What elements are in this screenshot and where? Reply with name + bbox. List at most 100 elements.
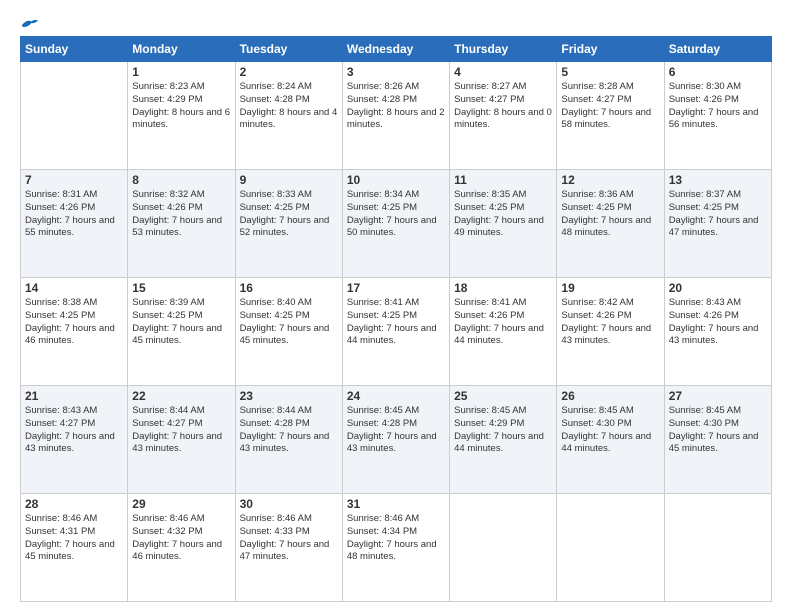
calendar-cell: 30 Sunrise: 8:46 AMSunset: 4:33 PMDaylig… xyxy=(235,494,342,602)
day-number: 24 xyxy=(347,389,445,403)
day-info: Sunrise: 8:34 AMSunset: 4:25 PMDaylight:… xyxy=(347,189,445,240)
calendar-cell: 28 Sunrise: 8:46 AMSunset: 4:31 PMDaylig… xyxy=(21,494,128,602)
day-info: Sunrise: 8:46 AMSunset: 4:32 PMDaylight:… xyxy=(132,513,230,564)
calendar-header-row: SundayMondayTuesdayWednesdayThursdayFrid… xyxy=(21,37,772,62)
calendar-cell: 18 Sunrise: 8:41 AMSunset: 4:26 PMDaylig… xyxy=(450,278,557,386)
day-info: Sunrise: 8:38 AMSunset: 4:25 PMDaylight:… xyxy=(25,297,123,348)
calendar-week-row: 21 Sunrise: 8:43 AMSunset: 4:27 PMDaylig… xyxy=(21,386,772,494)
calendar-cell: 31 Sunrise: 8:46 AMSunset: 4:34 PMDaylig… xyxy=(342,494,449,602)
day-number: 18 xyxy=(454,281,552,295)
day-number: 7 xyxy=(25,173,123,187)
day-info: Sunrise: 8:39 AMSunset: 4:25 PMDaylight:… xyxy=(132,297,230,348)
day-info: Sunrise: 8:46 AMSunset: 4:31 PMDaylight:… xyxy=(25,513,123,564)
calendar-day-header: Thursday xyxy=(450,37,557,62)
calendar-week-row: 14 Sunrise: 8:38 AMSunset: 4:25 PMDaylig… xyxy=(21,278,772,386)
page: SundayMondayTuesdayWednesdayThursdayFrid… xyxy=(0,0,792,612)
logo xyxy=(20,16,38,30)
day-info: Sunrise: 8:42 AMSunset: 4:26 PMDaylight:… xyxy=(561,297,659,348)
calendar-cell: 1 Sunrise: 8:23 AMSunset: 4:29 PMDayligh… xyxy=(128,62,235,170)
day-number: 21 xyxy=(25,389,123,403)
day-number: 27 xyxy=(669,389,767,403)
calendar-cell: 6 Sunrise: 8:30 AMSunset: 4:26 PMDayligh… xyxy=(664,62,771,170)
calendar-table: SundayMondayTuesdayWednesdayThursdayFrid… xyxy=(20,36,772,602)
day-info: Sunrise: 8:33 AMSunset: 4:25 PMDaylight:… xyxy=(240,189,338,240)
calendar-cell: 26 Sunrise: 8:45 AMSunset: 4:30 PMDaylig… xyxy=(557,386,664,494)
calendar-cell: 27 Sunrise: 8:45 AMSunset: 4:30 PMDaylig… xyxy=(664,386,771,494)
calendar-cell: 7 Sunrise: 8:31 AMSunset: 4:26 PMDayligh… xyxy=(21,170,128,278)
day-info: Sunrise: 8:45 AMSunset: 4:30 PMDaylight:… xyxy=(561,405,659,456)
calendar-cell: 10 Sunrise: 8:34 AMSunset: 4:25 PMDaylig… xyxy=(342,170,449,278)
calendar-cell: 4 Sunrise: 8:27 AMSunset: 4:27 PMDayligh… xyxy=(450,62,557,170)
day-number: 25 xyxy=(454,389,552,403)
calendar-cell: 29 Sunrise: 8:46 AMSunset: 4:32 PMDaylig… xyxy=(128,494,235,602)
day-info: Sunrise: 8:23 AMSunset: 4:29 PMDaylight:… xyxy=(132,81,230,132)
day-number: 8 xyxy=(132,173,230,187)
day-info: Sunrise: 8:27 AMSunset: 4:27 PMDaylight:… xyxy=(454,81,552,132)
calendar-cell: 11 Sunrise: 8:35 AMSunset: 4:25 PMDaylig… xyxy=(450,170,557,278)
calendar-cell xyxy=(21,62,128,170)
calendar-cell: 9 Sunrise: 8:33 AMSunset: 4:25 PMDayligh… xyxy=(235,170,342,278)
day-number: 20 xyxy=(669,281,767,295)
calendar-cell xyxy=(664,494,771,602)
calendar-week-row: 7 Sunrise: 8:31 AMSunset: 4:26 PMDayligh… xyxy=(21,170,772,278)
calendar-cell: 2 Sunrise: 8:24 AMSunset: 4:28 PMDayligh… xyxy=(235,62,342,170)
day-info: Sunrise: 8:45 AMSunset: 4:29 PMDaylight:… xyxy=(454,405,552,456)
day-number: 29 xyxy=(132,497,230,511)
day-number: 3 xyxy=(347,65,445,79)
calendar-cell: 14 Sunrise: 8:38 AMSunset: 4:25 PMDaylig… xyxy=(21,278,128,386)
calendar-cell: 20 Sunrise: 8:43 AMSunset: 4:26 PMDaylig… xyxy=(664,278,771,386)
calendar-cell: 15 Sunrise: 8:39 AMSunset: 4:25 PMDaylig… xyxy=(128,278,235,386)
day-info: Sunrise: 8:28 AMSunset: 4:27 PMDaylight:… xyxy=(561,81,659,132)
day-number: 19 xyxy=(561,281,659,295)
day-number: 13 xyxy=(669,173,767,187)
day-number: 10 xyxy=(347,173,445,187)
calendar-week-row: 28 Sunrise: 8:46 AMSunset: 4:31 PMDaylig… xyxy=(21,494,772,602)
day-info: Sunrise: 8:40 AMSunset: 4:25 PMDaylight:… xyxy=(240,297,338,348)
calendar-day-header: Saturday xyxy=(664,37,771,62)
day-info: Sunrise: 8:44 AMSunset: 4:28 PMDaylight:… xyxy=(240,405,338,456)
day-number: 26 xyxy=(561,389,659,403)
day-number: 1 xyxy=(132,65,230,79)
day-number: 17 xyxy=(347,281,445,295)
calendar-day-header: Wednesday xyxy=(342,37,449,62)
calendar-day-header: Sunday xyxy=(21,37,128,62)
day-number: 23 xyxy=(240,389,338,403)
header xyxy=(20,16,772,30)
calendar-cell xyxy=(557,494,664,602)
calendar-day-header: Monday xyxy=(128,37,235,62)
day-number: 31 xyxy=(347,497,445,511)
calendar-cell: 5 Sunrise: 8:28 AMSunset: 4:27 PMDayligh… xyxy=(557,62,664,170)
day-info: Sunrise: 8:46 AMSunset: 4:33 PMDaylight:… xyxy=(240,513,338,564)
day-info: Sunrise: 8:41 AMSunset: 4:26 PMDaylight:… xyxy=(454,297,552,348)
day-number: 16 xyxy=(240,281,338,295)
day-info: Sunrise: 8:24 AMSunset: 4:28 PMDaylight:… xyxy=(240,81,338,132)
day-info: Sunrise: 8:46 AMSunset: 4:34 PMDaylight:… xyxy=(347,513,445,564)
day-number: 12 xyxy=(561,173,659,187)
calendar-cell: 25 Sunrise: 8:45 AMSunset: 4:29 PMDaylig… xyxy=(450,386,557,494)
day-info: Sunrise: 8:26 AMSunset: 4:28 PMDaylight:… xyxy=(347,81,445,132)
calendar-day-header: Tuesday xyxy=(235,37,342,62)
calendar-cell: 23 Sunrise: 8:44 AMSunset: 4:28 PMDaylig… xyxy=(235,386,342,494)
day-info: Sunrise: 8:35 AMSunset: 4:25 PMDaylight:… xyxy=(454,189,552,240)
day-number: 5 xyxy=(561,65,659,79)
day-number: 9 xyxy=(240,173,338,187)
day-info: Sunrise: 8:30 AMSunset: 4:26 PMDaylight:… xyxy=(669,81,767,132)
day-info: Sunrise: 8:32 AMSunset: 4:26 PMDaylight:… xyxy=(132,189,230,240)
day-number: 22 xyxy=(132,389,230,403)
day-info: Sunrise: 8:41 AMSunset: 4:25 PMDaylight:… xyxy=(347,297,445,348)
day-info: Sunrise: 8:43 AMSunset: 4:27 PMDaylight:… xyxy=(25,405,123,456)
day-number: 11 xyxy=(454,173,552,187)
calendar-cell: 3 Sunrise: 8:26 AMSunset: 4:28 PMDayligh… xyxy=(342,62,449,170)
calendar-cell: 24 Sunrise: 8:45 AMSunset: 4:28 PMDaylig… xyxy=(342,386,449,494)
calendar-cell: 21 Sunrise: 8:43 AMSunset: 4:27 PMDaylig… xyxy=(21,386,128,494)
day-info: Sunrise: 8:37 AMSunset: 4:25 PMDaylight:… xyxy=(669,189,767,240)
day-number: 30 xyxy=(240,497,338,511)
logo-bird-icon xyxy=(20,16,38,30)
calendar-cell: 8 Sunrise: 8:32 AMSunset: 4:26 PMDayligh… xyxy=(128,170,235,278)
day-number: 14 xyxy=(25,281,123,295)
calendar-cell: 17 Sunrise: 8:41 AMSunset: 4:25 PMDaylig… xyxy=(342,278,449,386)
day-info: Sunrise: 8:44 AMSunset: 4:27 PMDaylight:… xyxy=(132,405,230,456)
day-number: 15 xyxy=(132,281,230,295)
day-info: Sunrise: 8:31 AMSunset: 4:26 PMDaylight:… xyxy=(25,189,123,240)
day-number: 6 xyxy=(669,65,767,79)
